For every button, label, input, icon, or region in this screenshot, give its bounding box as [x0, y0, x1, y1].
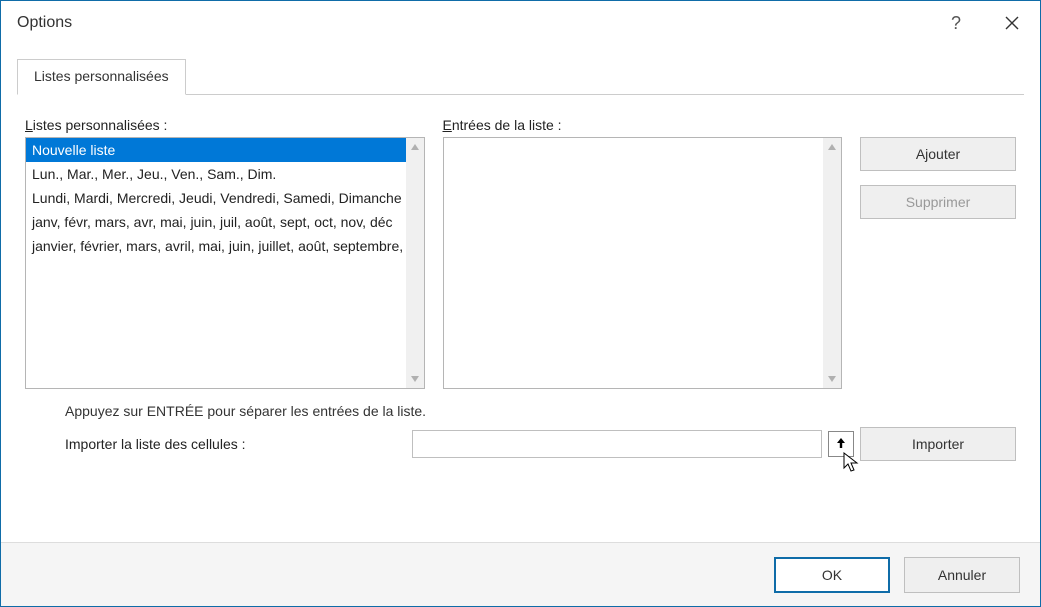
- ok-button[interactable]: OK: [774, 557, 890, 593]
- list-item[interactable]: janvier, février, mars, avril, mai, juin…: [26, 234, 406, 258]
- delete-button[interactable]: Supprimer: [860, 185, 1016, 219]
- list-item[interactable]: Nouvelle liste: [26, 138, 406, 162]
- column-entries: Entrées de la liste :: [443, 117, 843, 389]
- listbox-inner: Nouvelle liste Lun., Mar., Mer., Jeu., V…: [26, 138, 406, 388]
- add-button[interactable]: Ajouter: [860, 137, 1016, 171]
- dialog-title: Options: [17, 14, 72, 32]
- scroll-up-icon[interactable]: [410, 138, 420, 156]
- options-dialog: Options ? Listes personnalisées Listes p…: [0, 0, 1041, 607]
- columns: Listes personnalisées : Nouvelle liste L…: [25, 117, 1016, 389]
- import-label: Importer la liste des cellules :: [65, 436, 246, 452]
- close-button[interactable]: [984, 1, 1040, 45]
- import-button[interactable]: Importer: [860, 427, 1016, 461]
- scroll-down-icon[interactable]: [827, 370, 837, 388]
- list-item[interactable]: janv, févr, mars, avr, mai, juin, juil, …: [26, 210, 406, 234]
- custom-lists-listbox[interactable]: Nouvelle liste Lun., Mar., Mer., Jeu., V…: [25, 137, 425, 389]
- listbox-scrollbar[interactable]: [406, 138, 424, 388]
- close-icon: [1005, 16, 1019, 30]
- column-buttons: Ajouter Supprimer: [860, 117, 1016, 389]
- list-item[interactable]: Lundi, Mardi, Mercredi, Jeudi, Vendredi,…: [26, 186, 406, 210]
- list-entries-textarea[interactable]: [443, 137, 843, 389]
- help-button[interactable]: ?: [928, 1, 984, 45]
- collapse-dialog-button[interactable]: [828, 431, 854, 457]
- tabstrip: Listes personnalisées: [17, 59, 1024, 95]
- list-item[interactable]: Lun., Mar., Mer., Jeu., Ven., Sam., Dim.: [26, 162, 406, 186]
- cursor-icon: [843, 452, 861, 474]
- tab-label: Listes personnalisées: [34, 68, 169, 84]
- entries-scrollbar[interactable]: [823, 138, 841, 388]
- column-lists: Listes personnalisées : Nouvelle liste L…: [25, 117, 425, 389]
- help-text: Appuyez sur ENTRÉE pour séparer les entr…: [65, 403, 1016, 419]
- dialog-footer: OK Annuler: [1, 542, 1040, 606]
- scroll-down-icon[interactable]: [410, 370, 420, 388]
- tab-custom-lists[interactable]: Listes personnalisées: [17, 59, 186, 95]
- scroll-up-icon[interactable]: [827, 138, 837, 156]
- collapse-icon: [834, 436, 848, 452]
- tabpane: Listes personnalisées : Nouvelle liste L…: [17, 95, 1024, 542]
- titlebar: Options ?: [1, 1, 1040, 45]
- dialog-content: Listes personnalisées Listes personnalis…: [1, 45, 1040, 542]
- import-range-input[interactable]: [412, 430, 822, 458]
- cancel-button[interactable]: Annuler: [904, 557, 1020, 593]
- import-row: Importer la liste des cellules : Importe…: [65, 427, 1016, 461]
- titlebar-controls: ?: [928, 1, 1040, 45]
- entries-label: Entrées de la liste :: [443, 117, 843, 133]
- lists-label: Listes personnalisées :: [25, 117, 425, 133]
